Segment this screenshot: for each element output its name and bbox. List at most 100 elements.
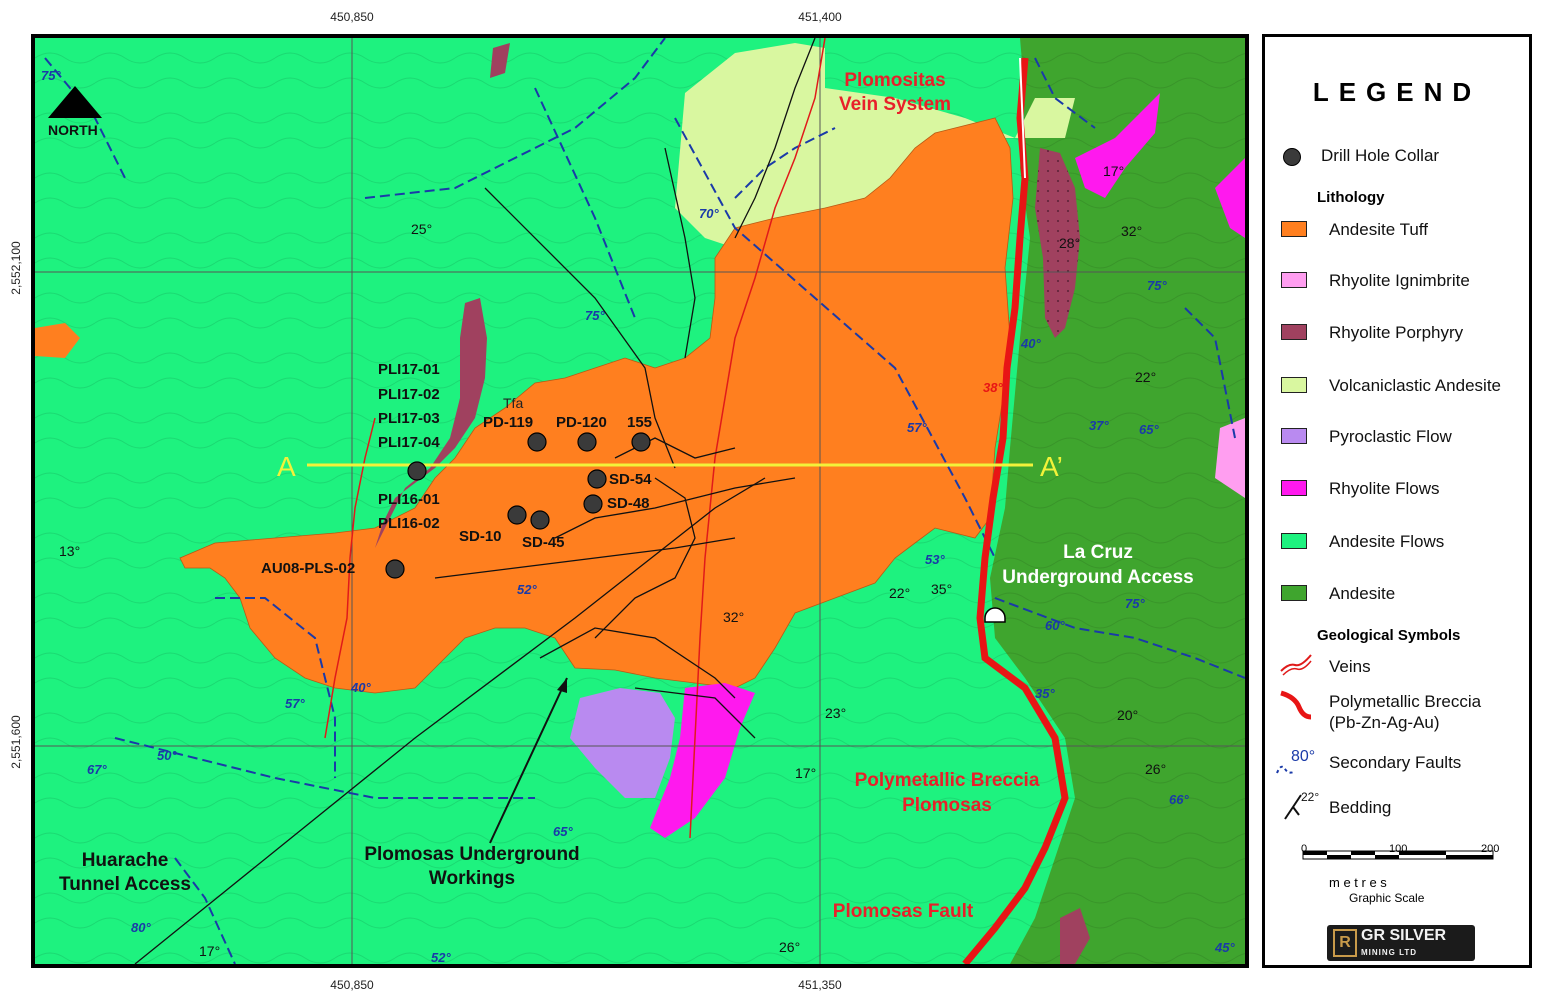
fault-dip-label: 75°	[585, 308, 605, 323]
la-cruz-label-line2: Underground Access	[1002, 567, 1193, 588]
drill-label: PLI17-02	[378, 386, 440, 403]
scale-tick-0: 0	[1301, 843, 1308, 855]
geology-map[interactable]: A A’ NORTH Plomositas Vein System Polyme…	[31, 34, 1249, 968]
legend-andesite: Andesite	[1329, 584, 1396, 603]
scale-tick-100: 100	[1389, 843, 1408, 855]
huarache-label-line2: Tunnel Access	[59, 874, 191, 895]
symbols-heading: Geological Symbols	[1317, 627, 1461, 644]
bedding-dip-label: 23°	[825, 705, 846, 721]
legend-andesite-flows: Andesite Flows	[1329, 532, 1445, 551]
fault-label: Plomosas Fault	[833, 901, 974, 922]
bedding-dip-sample: 22°	[1301, 790, 1319, 804]
bedding-dip-label: 26°	[1145, 761, 1166, 777]
huarache-label-line1: Huarache	[82, 850, 169, 871]
fault-dip-label: 66°	[1169, 792, 1189, 807]
fault-dip-label: 37°	[1089, 418, 1109, 433]
fault-dip-label: 65°	[1139, 422, 1159, 437]
drill-label: SD-10	[459, 528, 502, 545]
breccia-label-line1: Polymetallic Breccia	[855, 770, 1040, 791]
legend-secondary-faults: Secondary Faults	[1329, 753, 1462, 772]
bedding-dip-label: 17°	[1103, 163, 1124, 179]
fault-dip-label: 38°	[983, 380, 1003, 395]
secondary-faults-icon: 80°	[1276, 748, 1315, 774]
bedding-dip-label: 32°	[1121, 223, 1142, 239]
unit-label-tfa: Tfa	[503, 395, 523, 411]
fault-dip-label: 40°	[350, 680, 371, 695]
easting-label-top-1: 450,850	[330, 10, 374, 24]
drill-label: SD-45	[522, 534, 565, 551]
legend-title: LEGEND	[1312, 77, 1482, 107]
north-label: NORTH	[48, 122, 98, 138]
scale-caption: Graphic Scale	[1349, 891, 1425, 905]
bedding-dip-label: 25°	[411, 221, 432, 237]
drill-collar-icon	[1283, 148, 1301, 166]
easting-label-bottom-2: 451,350	[798, 978, 842, 992]
swatch-andesite	[1281, 585, 1307, 601]
legend-rhyolite-porphyry: Rhyolite Porphyry	[1329, 323, 1464, 342]
la-cruz-label-line1: La Cruz	[1063, 542, 1133, 563]
fault-dip-label: 35°	[1035, 686, 1055, 701]
fault-dip-label: 60°	[1045, 618, 1065, 633]
bedding-dip-label: 22°	[1135, 369, 1156, 385]
bedding-dip-label: 20°	[1117, 707, 1138, 723]
fault-dip-label: 57°	[285, 696, 305, 711]
logo-mark-icon: R	[1333, 929, 1357, 957]
drill-label: PLI17-04	[378, 434, 440, 451]
bedding-dip-label: 22°	[889, 585, 910, 601]
drill-label: 155	[627, 414, 652, 431]
bedding-dip-label: 26°	[779, 939, 800, 955]
legend-veins: Veins	[1329, 657, 1371, 676]
bedding-dip-label: 35°	[931, 581, 952, 597]
plomositas-label-line2: Vein System	[839, 94, 951, 115]
fault-dip-label: 70°	[699, 206, 719, 221]
drill-label: PD-120	[556, 414, 607, 431]
bedding-dip-label: 17°	[795, 765, 816, 781]
bedding-dip-label: 13°	[59, 543, 80, 559]
legend-rhyolite-flows: Rhyolite Flows	[1329, 479, 1440, 498]
fault-dip-label: 50°	[157, 748, 177, 763]
lithology-heading: Lithology	[1317, 189, 1385, 206]
la-cruz-portal-icon	[984, 607, 1006, 623]
fault-dip-label: 75°	[1147, 278, 1167, 293]
drill-label: PLI17-01	[378, 361, 440, 378]
fault-dip-label: 80°	[131, 920, 151, 935]
fault-dip-label: 52°	[517, 582, 537, 597]
fault-dip-label: 67°	[87, 762, 107, 777]
veins-icon	[1280, 654, 1312, 676]
bedding-dip-label: 32°	[723, 609, 744, 625]
legend-andesite-tuff: Andesite Tuff	[1329, 220, 1428, 239]
drill-label: SD-54	[609, 471, 652, 488]
workings-label-line2: Workings	[429, 868, 515, 889]
map-canvas: A A’ NORTH Plomositas Vein System Polyme…	[35, 38, 1245, 964]
breccia-label-line2: Plomosas	[902, 795, 992, 816]
scale-tick-200: 200	[1481, 843, 1500, 855]
drill-label: AU08-PLS-02	[261, 560, 355, 577]
swatch-rhyolite-porphyry	[1281, 324, 1307, 340]
fault-dip-label: 75°	[41, 68, 61, 83]
swatch-rhyolite-ignimbrite	[1281, 272, 1307, 288]
breccia-icon	[1280, 690, 1312, 720]
swatch-volcaniclastic-andesite	[1281, 377, 1307, 393]
fault-dip-label: 75°	[1125, 596, 1145, 611]
fault-dip-label: 45°	[1214, 940, 1235, 955]
fault-dip-label: 53°	[925, 552, 945, 567]
swatch-pyroclastic-flow	[1281, 428, 1307, 444]
drill-label: PLI16-01	[378, 491, 440, 508]
drill-label: PLI17-03	[378, 410, 440, 427]
northing-label-2: 2,551,600	[9, 715, 23, 769]
fault-dip-label: 40°	[1020, 336, 1041, 351]
logo-line1: GR SILVER	[1361, 927, 1447, 944]
faults-dip-sample: 80°	[1291, 748, 1315, 765]
swatch-andesite-flows	[1281, 533, 1307, 549]
swatch-rhyolite-flows	[1281, 480, 1307, 496]
northing-label-1: 2,552,100	[9, 241, 23, 295]
legend-bedding: Bedding	[1329, 798, 1392, 817]
legend-breccia-line1: Polymetallic Breccia	[1329, 692, 1482, 711]
fault-dip-label: 65°	[553, 824, 573, 839]
easting-label-bottom-1: 450,850	[330, 978, 374, 992]
drill-label: SD-48	[607, 495, 650, 512]
fault-dip-label: 57°	[907, 420, 927, 435]
scale-units: m e t r e s	[1329, 875, 1387, 890]
bedding-icon: 22°	[1284, 790, 1319, 820]
legend-volcaniclastic-andesite: Volcaniclastic Andesite	[1329, 376, 1501, 395]
